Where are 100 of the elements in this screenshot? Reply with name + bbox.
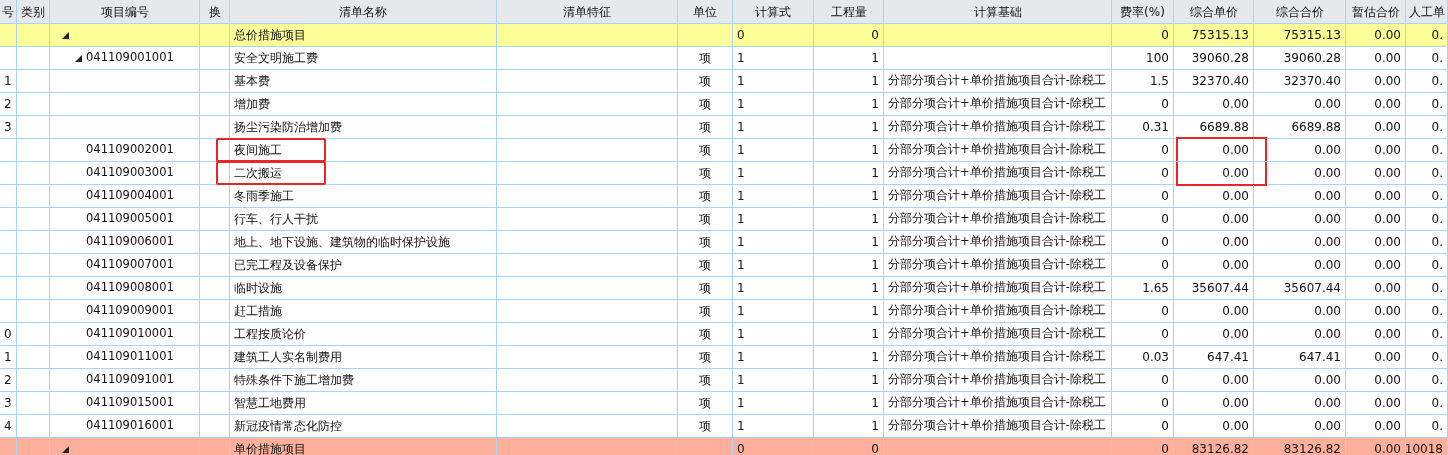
table-cell: 1 [814, 392, 884, 414]
table-cell: 0. [1406, 70, 1448, 92]
table-cell: 0 [1112, 438, 1174, 455]
table-cell: 0 [814, 24, 884, 46]
table-row[interactable]: 041109009001 赶工措施 项 1 1 分部分项合计+单价措施项目合计-除税工 0 0.00 0.00 0.00 0. [0, 300, 1448, 323]
table-row[interactable]: 1 基本费 项 1 1 分部分项合计+单价措施项目合计-除税工 1.5 32370.40 32370.40 0.00 0. [0, 70, 1448, 93]
table-row[interactable]: 041109002001 夜间施工 项 1 1 分部分项合计+单价措施项目合计-除税工 0 0.00 0.00 0.00 0. [0, 139, 1448, 162]
table-cell: 0. [1406, 369, 1448, 391]
table-cell: 0. [1406, 346, 1448, 368]
table-cell: 1 [814, 254, 884, 276]
table-cell: 冬雨季施工 [230, 185, 497, 207]
table-row[interactable]: 0 041109010001 工程按质论价 项 1 1 分部分项合计+单价措施项目合计-除税工 0 0.00 0.00 0.00 0. [0, 323, 1448, 346]
column-header[interactable]: 清单名称 [230, 0, 497, 23]
table-cell: 0 [1112, 162, 1174, 184]
table-cell: 1 [733, 323, 814, 345]
table-row[interactable]: 3 041109015001 智慧工地费用 项 1 1 分部分项合计+单价措施项目合计-除税工 0 0.00 0.00 0.00 0. [0, 392, 1448, 415]
table-cell: 1 [733, 415, 814, 437]
table-cell: 0. [1406, 116, 1448, 138]
table-cell: 1 [733, 185, 814, 207]
table-row[interactable]: 041109004001 冬雨季施工 项 1 1 分部分项合计+单价措施项目合计-除税工 0 0.00 0.00 0.00 0. [0, 185, 1448, 208]
table-cell: 扬尘污染防治增加费 [230, 116, 497, 138]
table-cell: 行车、行人干扰 [230, 208, 497, 230]
table-row[interactable]: 2 041109091001 特殊条件下施工增加费 项 1 1 分部分项合计+单价措施项目合计-除税工 0 0.00 0.00 0.00 0. [0, 369, 1448, 392]
table-cell: 特殊条件下施工增加费 [230, 369, 497, 391]
table-cell: 1 [733, 162, 814, 184]
table-cell: 项 [678, 185, 733, 207]
table-cell: 项 [678, 47, 733, 69]
column-header[interactable]: 类别 [17, 0, 50, 23]
column-header[interactable]: 人工单 [1406, 0, 1448, 23]
table-cell: 0.00 [1174, 323, 1254, 345]
table-cell: 0.00 [1346, 346, 1406, 368]
table-cell: 32370.40 [1254, 70, 1346, 92]
table-cell: 基本费 [230, 70, 497, 92]
item-code: 041109005001 [86, 210, 174, 228]
table-cell: 0.00 [1174, 231, 1254, 253]
table-cell: 1 [814, 277, 884, 299]
table-row[interactable]: 2 增加费 项 1 1 分部分项合计+单价措施项目合计-除税工 0 0.00 0.00 0.00 0. [0, 93, 1448, 116]
column-header[interactable]: 工程量 [814, 0, 884, 23]
column-header[interactable]: 清单特征 [497, 0, 678, 23]
collapse-triangle-icon[interactable] [75, 54, 82, 62]
item-code: 041109002001 [86, 141, 174, 159]
section-row[interactable]: 总价措施项目 0 0 0 75315.13 75315.13 0.00 0. [0, 24, 1448, 47]
table-cell: 0 [814, 438, 884, 455]
table-row[interactable]: 041109006001 地上、地下设施、建筑物的临时保护设施 项 1 1 分部分项合计+单价措施项目合计-除税工 0 0.00 0.00 0.00 0. [0, 231, 1448, 254]
table-cell: 分部分项合计+单价措施项目合计-除税工 [884, 116, 1112, 138]
table-cell: 分部分项合计+单价措施项目合计-除税工 [884, 139, 1112, 161]
table-cell: 0. [1406, 93, 1448, 115]
section-row[interactable]: 单价措施项目 0 0 0 83126.82 83126.82 0.00 10018 [0, 438, 1448, 455]
table-cell: 0.00 [1254, 231, 1346, 253]
item-code: 041109003001 [86, 164, 174, 182]
table-row[interactable]: 041109005001 行车、行人干扰 项 1 1 分部分项合计+单价措施项目合计-除税工 0 0.00 0.00 0.00 0. [0, 208, 1448, 231]
table-cell: 0.00 [1174, 300, 1254, 322]
table-cell: 3 [0, 116, 17, 138]
column-header[interactable]: 费率(%) [1112, 0, 1174, 23]
table-row[interactable]: 041109007001 已完工程及设备保护 项 1 1 分部分项合计+单价措施项目合计-除税工 0 0.00 0.00 0.00 0. [0, 254, 1448, 277]
table-cell: 0. [1406, 254, 1448, 276]
table-row[interactable]: 041109008001 临时设施 项 1 1 分部分项合计+单价措施项目合计-除税工 1.65 35607.44 35607.44 0.00 0. [0, 277, 1448, 300]
table-row[interactable]: 4 041109016001 新冠疫情常态化防控 项 1 1 分部分项合计+单价措施项目合计-除税工 0 0.00 0.00 0.00 0. [0, 415, 1448, 438]
table-cell: 1 [814, 346, 884, 368]
column-header[interactable]: 综合合价 [1254, 0, 1346, 23]
table-cell: 0. [1406, 231, 1448, 253]
table-cell: 1 [814, 116, 884, 138]
table-cell: 0.00 [1254, 392, 1346, 414]
item-code: 041109009001 [86, 302, 174, 320]
column-header[interactable]: 换 [200, 0, 230, 23]
column-header[interactable]: 单位 [678, 0, 733, 23]
table-cell: 0 [1112, 139, 1174, 161]
table-cell: 1 [733, 231, 814, 253]
table-cell: 分部分项合计+单价措施项目合计-除税工 [884, 392, 1112, 414]
item-code: 041109091001 [86, 371, 174, 389]
column-header[interactable]: 暂估合价 [1346, 0, 1406, 23]
table-row[interactable]: 041109003001 二次搬运 项 1 1 分部分项合计+单价措施项目合计-除税工 0 0.00 0.00 0.00 0. [0, 162, 1448, 185]
table-cell: 1 [814, 231, 884, 253]
column-header[interactable]: 计算基础 [884, 0, 1112, 23]
table-cell: 0 [1112, 93, 1174, 115]
table-cell: 安全文明施工费 [230, 47, 497, 69]
table-cell: 项 [678, 300, 733, 322]
table-cell: 0.00 [1346, 438, 1406, 455]
table-cell: 0.00 [1346, 415, 1406, 437]
table-cell: 75315.13 [1254, 24, 1346, 46]
table-cell: 0.00 [1346, 116, 1406, 138]
table-cell: 0 [733, 438, 814, 455]
collapse-triangle-icon[interactable] [62, 445, 69, 453]
table-cell: 项 [678, 162, 733, 184]
collapse-triangle-icon[interactable] [62, 31, 69, 39]
item-code: 041109007001 [86, 256, 174, 274]
table-cell: 1 [733, 254, 814, 276]
table-cell: 0.00 [1254, 185, 1346, 207]
table-cell: 1 [814, 208, 884, 230]
column-header[interactable]: 号 [0, 0, 17, 23]
table-cell: 0.00 [1254, 139, 1346, 161]
table-cell: 0.00 [1346, 300, 1406, 322]
column-header[interactable]: 项目编号 [50, 0, 200, 23]
column-header[interactable]: 综合单价 [1174, 0, 1254, 23]
item-code: 041109004001 [86, 187, 174, 205]
column-header[interactable]: 计算式 [733, 0, 814, 23]
table-row[interactable]: 041109001001 安全文明施工费 项 1 1 100 39060.28 39060.28 0.00 0. [0, 47, 1448, 70]
table-row[interactable]: 1 041109011001 建筑工人实名制费用 项 1 1 分部分项合计+单价措施项目合计-除税工 0.03 647.41 647.41 0.00 0. [0, 346, 1448, 369]
table-cell: 项 [678, 116, 733, 138]
table-row[interactable]: 3 扬尘污染防治增加费 项 1 1 分部分项合计+单价措施项目合计-除税工 0.31 6689.88 6689.88 0.00 0. [0, 116, 1448, 139]
